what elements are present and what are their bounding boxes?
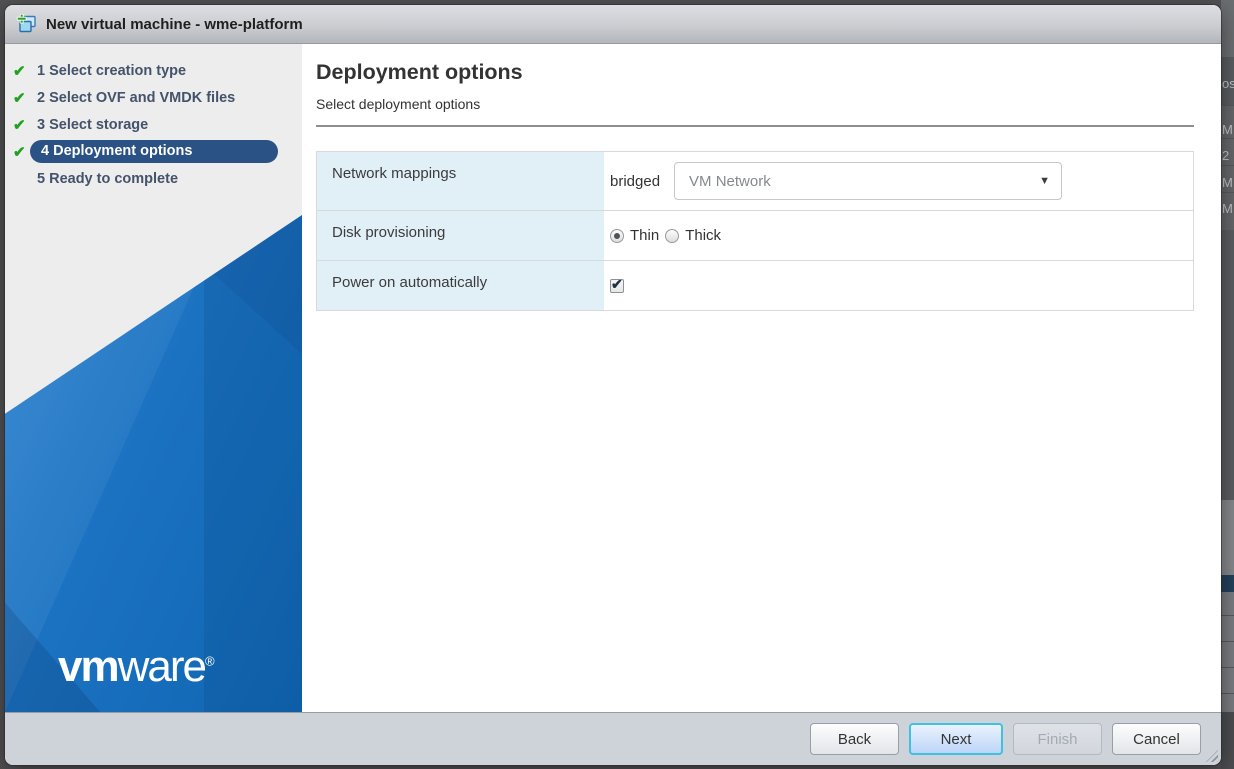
step-select-ovf-vmdk-files[interactable]: ✔ 2 Select OVF and VMDK files (5, 84, 302, 111)
bg-separator (1221, 165, 1234, 166)
step-label: 1 Select creation type (37, 62, 187, 79)
bg-separator (1221, 138, 1234, 139)
network-select-value: VM Network (689, 172, 771, 190)
radio-thick-label[interactable]: Thick (685, 227, 721, 244)
step-deployment-options-active[interactable]: ✔ 4 Deployment options (5, 138, 302, 165)
vmware-logo-vm: vm (58, 642, 120, 691)
bg-text-fragment: 2 (1222, 148, 1230, 163)
step-complete-check-icon: ✔ (13, 116, 26, 134)
network-source-label: bridged (610, 172, 661, 190)
network-mappings-label: Network mappings (317, 152, 604, 210)
step-label: 3 Select storage (37, 116, 149, 133)
bg-segment (1221, 712, 1234, 769)
new-vm-icon (16, 14, 36, 33)
bg-segment (1221, 500, 1234, 575)
registered-mark: ® (204, 653, 215, 669)
wizard-footer: Back Next Finish Cancel (5, 712, 1221, 765)
bg-segment (1221, 592, 1234, 712)
step-select-storage[interactable]: ✔ 3 Select storage (5, 111, 302, 138)
dialog-title: New virtual machine - wme-platform (46, 15, 303, 33)
step-label: 5 Ready to complete (37, 170, 179, 187)
cancel-button[interactable]: Cancel (1112, 723, 1201, 755)
wizard-steps: ✔ 1 Select creation type ✔ 2 Select OVF … (5, 44, 302, 192)
power-on-value: ✔ (604, 260, 1193, 310)
bg-segment-navy-bar (1221, 575, 1234, 592)
vmware-logo: vmware® (58, 642, 215, 692)
step-complete-check-icon: ✔ (13, 89, 26, 107)
bg-text-fragment: M (1222, 175, 1233, 190)
network-select[interactable]: VM Network ▼ (674, 162, 1063, 200)
checkbox-check-icon: ✔ (611, 275, 623, 292)
bg-separator (1221, 192, 1234, 193)
chevron-down-icon: ▼ (1039, 175, 1051, 187)
page-subtitle: Select deployment options (316, 96, 481, 112)
section-divider (316, 125, 1194, 127)
deployment-options-panel: Deployment options Select deployment opt… (302, 44, 1221, 712)
bg-separator (1221, 693, 1234, 694)
radio-thick[interactable] (665, 228, 680, 243)
dimmed-background-strip: os M 2 M M (1221, 0, 1234, 769)
bg-separator (1221, 667, 1234, 668)
radio-thin[interactable] (610, 228, 624, 243)
back-button[interactable]: Back (810, 723, 899, 755)
power-on-label: Power on automatically (317, 260, 604, 310)
bg-separator (1221, 105, 1234, 106)
disk-provisioning-value: Thin Thick (604, 210, 1193, 260)
step-label: 2 Select OVF and VMDK files (37, 89, 236, 106)
bg-text-fragment: M (1222, 122, 1233, 137)
deployment-options-table: Network mappings bridged VM Network ▼ Di… (316, 151, 1194, 311)
bg-text-fragment: os (1222, 76, 1234, 91)
bg-text-fragment: M (1222, 201, 1233, 216)
radio-thin-label[interactable]: Thin (630, 227, 659, 244)
finish-button[interactable]: Finish (1013, 723, 1102, 755)
new-vm-wizard-dialog: New virtual machine - wme-platform ✔ 1 S… (5, 5, 1221, 765)
wizard-step-sidebar: ✔ 1 Select creation type ✔ 2 Select OVF … (5, 44, 302, 712)
resize-grip[interactable] (1206, 750, 1218, 762)
bg-separator (1221, 641, 1234, 642)
disk-provisioning-label: Disk provisioning (317, 210, 604, 260)
screen: os M 2 M M New virtual machine - wme-pla… (0, 0, 1234, 769)
bg-separator (1221, 615, 1234, 616)
bg-segment (1221, 230, 1234, 500)
page-title: Deployment options (316, 60, 523, 84)
step-ready-to-complete[interactable]: ✔ 5 Ready to complete (5, 165, 302, 192)
network-mappings-value: bridged VM Network ▼ (604, 152, 1193, 210)
step-complete-check-icon: ✔ (13, 143, 26, 161)
step-complete-check-icon: ✔ (13, 62, 26, 80)
power-on-checkbox[interactable]: ✔ (610, 275, 624, 293)
bg-segment (1221, 0, 1234, 57)
next-button[interactable]: Next (909, 723, 1003, 755)
disk-provisioning-radio-group: Thin Thick (610, 227, 727, 244)
step-select-creation-type[interactable]: ✔ 1 Select creation type (5, 57, 302, 84)
dialog-title-bar: New virtual machine - wme-platform (5, 5, 1221, 44)
step-label-active: 4 Deployment options (30, 140, 278, 163)
vmware-logo-ware: ware (117, 642, 207, 691)
vmware-brand-wedge (5, 215, 302, 712)
dialog-body: ✔ 1 Select creation type ✔ 2 Select OVF … (5, 44, 1221, 712)
